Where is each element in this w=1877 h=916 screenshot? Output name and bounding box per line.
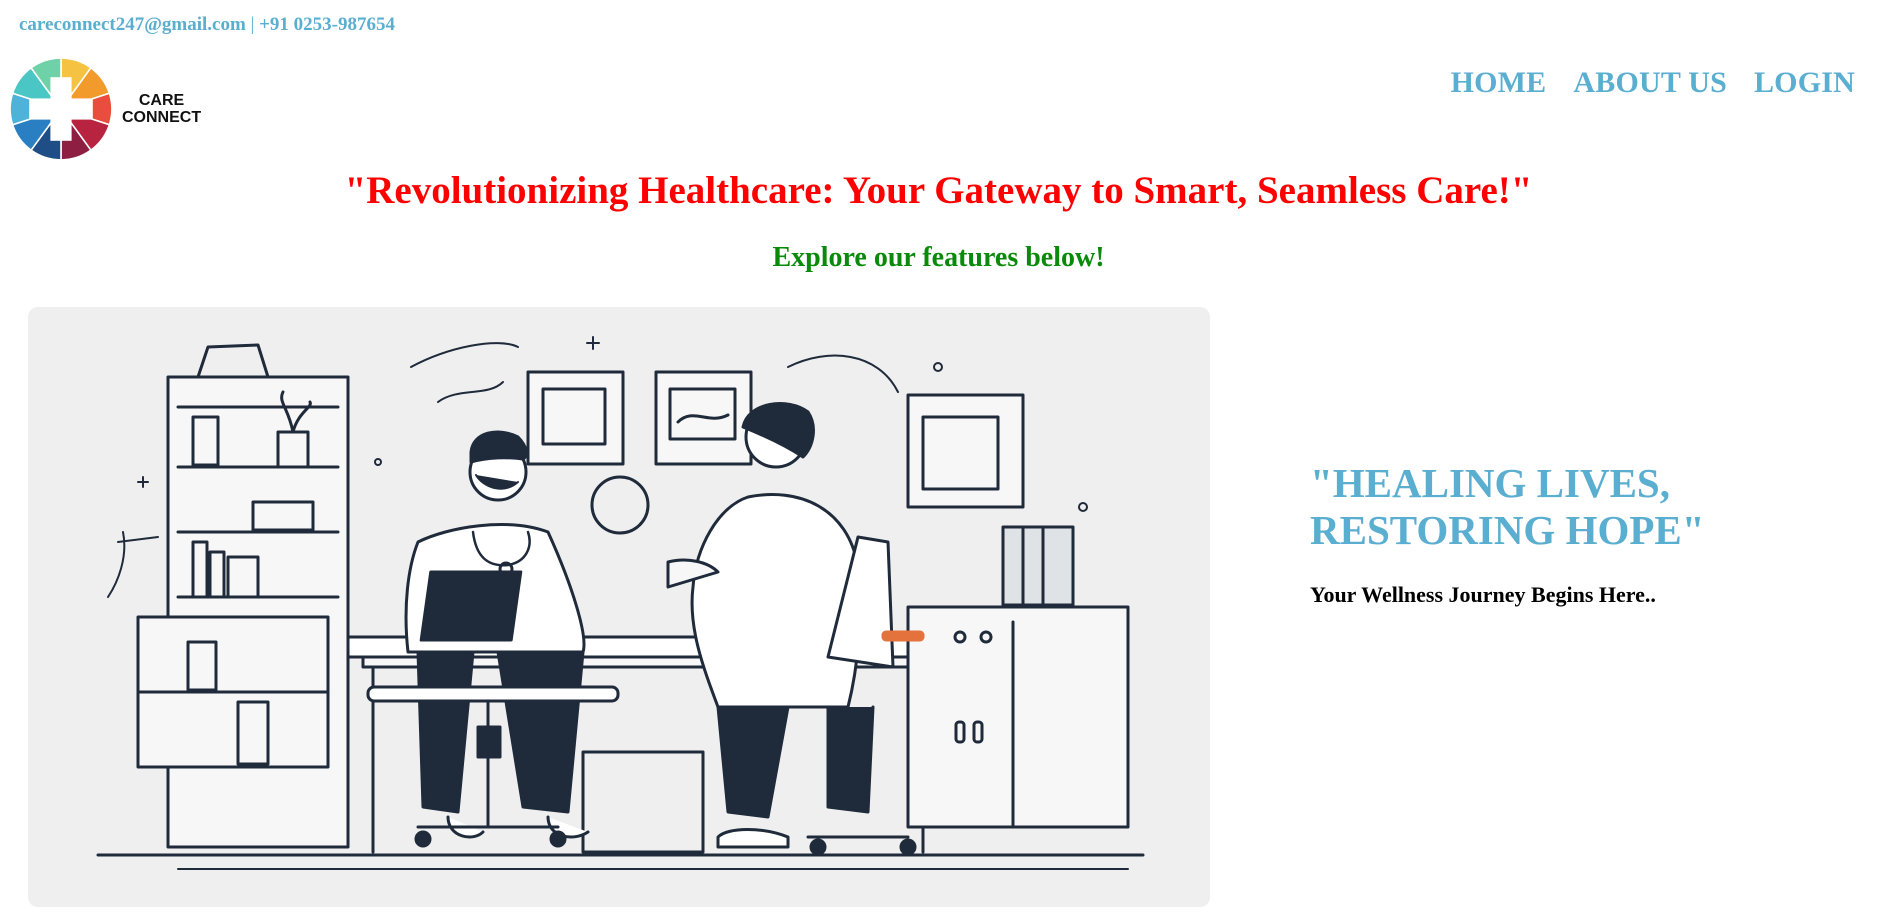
contact-bar: careconnect247@gmail.com | +91 0253-9876… bbox=[19, 14, 395, 36]
tagline-panel: "HEALING LIVES, RESTORING HOPE" Your Wel… bbox=[1310, 460, 1830, 608]
contact-phone[interactable]: +91 0253-987654 bbox=[259, 14, 395, 35]
nav-home[interactable]: HOME bbox=[1451, 66, 1547, 100]
brand-line-2: CONNECT bbox=[122, 109, 202, 126]
tagline-subtitle: Your Wellness Journey Begins Here.. bbox=[1310, 582, 1656, 607]
brand-logo[interactable]: CARE CONNECT bbox=[8, 54, 208, 164]
hero-illustration bbox=[28, 307, 1210, 907]
main-nav: HOME ABOUT US LOGIN bbox=[1451, 66, 1855, 100]
bookshelf bbox=[136, 343, 350, 849]
brand-line-1: CARE bbox=[138, 92, 185, 109]
brand-wordmark: CARE CONNECT bbox=[122, 92, 201, 126]
tagline-title: "HEALING LIVES, RESTORING HOPE" bbox=[1310, 460, 1830, 554]
tagline-line-2: RESTORING HOPE" bbox=[1310, 507, 1705, 553]
doctor-figure bbox=[404, 430, 590, 839]
doctor-consultation-illustration bbox=[96, 336, 1145, 870]
tagline-line-1: "HEALING LIVES, bbox=[1310, 460, 1670, 506]
features-subline: Explore our features below! bbox=[772, 242, 1105, 273]
contact-email[interactable]: careconnect247@gmail.com bbox=[19, 14, 246, 35]
nav-login[interactable]: LOGIN bbox=[1754, 66, 1855, 100]
page-headline: "Revolutionizing Healthcare: Your Gatewa… bbox=[344, 169, 1533, 212]
contact-separator: | bbox=[250, 14, 255, 35]
nav-about-us[interactable]: ABOUT US bbox=[1573, 66, 1727, 100]
care-connect-logo-icon bbox=[9, 57, 113, 161]
